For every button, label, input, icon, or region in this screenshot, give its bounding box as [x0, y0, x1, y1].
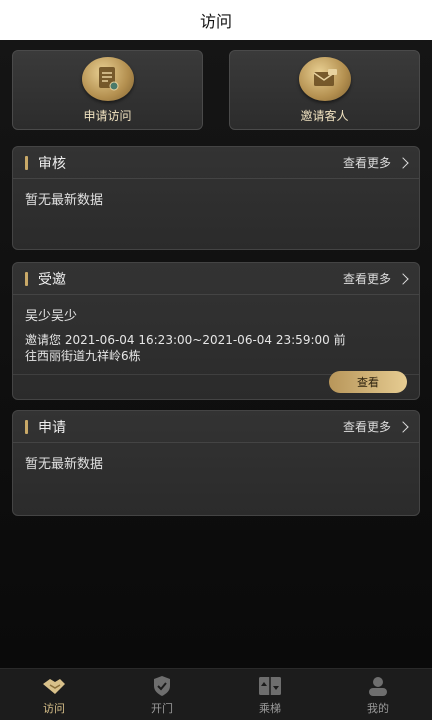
tab-open-door-label: 开门	[151, 701, 173, 715]
invite-detail-line2: 往西丽街道九祥岭6栋	[25, 349, 141, 363]
main-content: 申请访问 邀请客人 审核 查看更多 暂无最新数据 受邀 查看更多 吴少吴少 邀请…	[0, 40, 432, 668]
review-card-header: 审核 查看更多	[13, 147, 419, 179]
apply-visit-label: 申请访问	[83, 108, 132, 123]
tab-open-door[interactable]: 开门	[108, 669, 216, 720]
page-title: 访问	[199, 12, 232, 31]
tab-elevator-label: 乘梯	[259, 701, 281, 715]
action-row: 申请访问 邀请客人	[12, 50, 420, 130]
review-card: 审核 查看更多 暂无最新数据	[12, 146, 420, 250]
tab-mine[interactable]: 我的	[324, 669, 432, 720]
invited-card-header: 受邀 查看更多	[13, 263, 419, 295]
invited-card: 受邀 查看更多 吴少吴少 邀请您 2021-06-04 16:23:00~202…	[12, 262, 420, 400]
see-more-label: 查看更多	[342, 272, 391, 286]
apply-visit-button[interactable]: 申请访问	[12, 50, 203, 130]
chevron-right-icon	[397, 156, 409, 169]
chevron-right-icon	[397, 420, 409, 433]
review-title: 审核	[38, 155, 66, 172]
shield-icon	[152, 674, 172, 698]
apply-see-more-link[interactable]: 查看更多	[342, 418, 409, 435]
view-button[interactable]: 查看	[329, 371, 407, 393]
invite-guest-button[interactable]: 邀请客人	[229, 50, 420, 130]
inviter-name: 吴少吴少	[25, 309, 78, 324]
user-icon	[367, 674, 389, 698]
tab-elevator[interactable]: 乘梯	[216, 669, 324, 720]
tab-visit-label: 访问	[43, 701, 65, 715]
tab-mine-label: 我的	[367, 701, 389, 715]
title-bar: 访问	[0, 0, 432, 40]
review-see-more-link[interactable]: 查看更多	[342, 154, 409, 171]
apply-card-header: 申请 查看更多	[13, 411, 419, 443]
review-empty-text: 暂无最新数据	[25, 193, 104, 208]
accent-bar	[25, 271, 28, 286]
invite-guest-label: 邀请客人	[300, 108, 349, 123]
see-more-label: 查看更多	[342, 420, 391, 434]
document-icon	[81, 56, 134, 101]
accent-bar	[25, 155, 28, 170]
accent-bar	[25, 419, 28, 434]
chevron-right-icon	[397, 272, 409, 285]
see-more-label: 查看更多	[342, 156, 391, 170]
handshake-icon	[41, 674, 67, 698]
bottom-tab-bar: 访问 开门 乘梯 我的	[0, 668, 432, 720]
invited-title: 受邀	[38, 271, 66, 288]
invited-see-more-link[interactable]: 查看更多	[342, 270, 409, 287]
invite-detail-line1: 邀请您 2021-06-04 16:23:00~2021-06-04 23:59…	[25, 333, 346, 347]
apply-card: 申请 查看更多 暂无最新数据	[12, 410, 420, 516]
elevator-icon	[258, 674, 282, 698]
apply-title: 申请	[38, 419, 66, 436]
tab-visit[interactable]: 访问	[0, 669, 108, 720]
apply-empty-text: 暂无最新数据	[25, 457, 104, 472]
envelope-icon	[298, 56, 351, 101]
